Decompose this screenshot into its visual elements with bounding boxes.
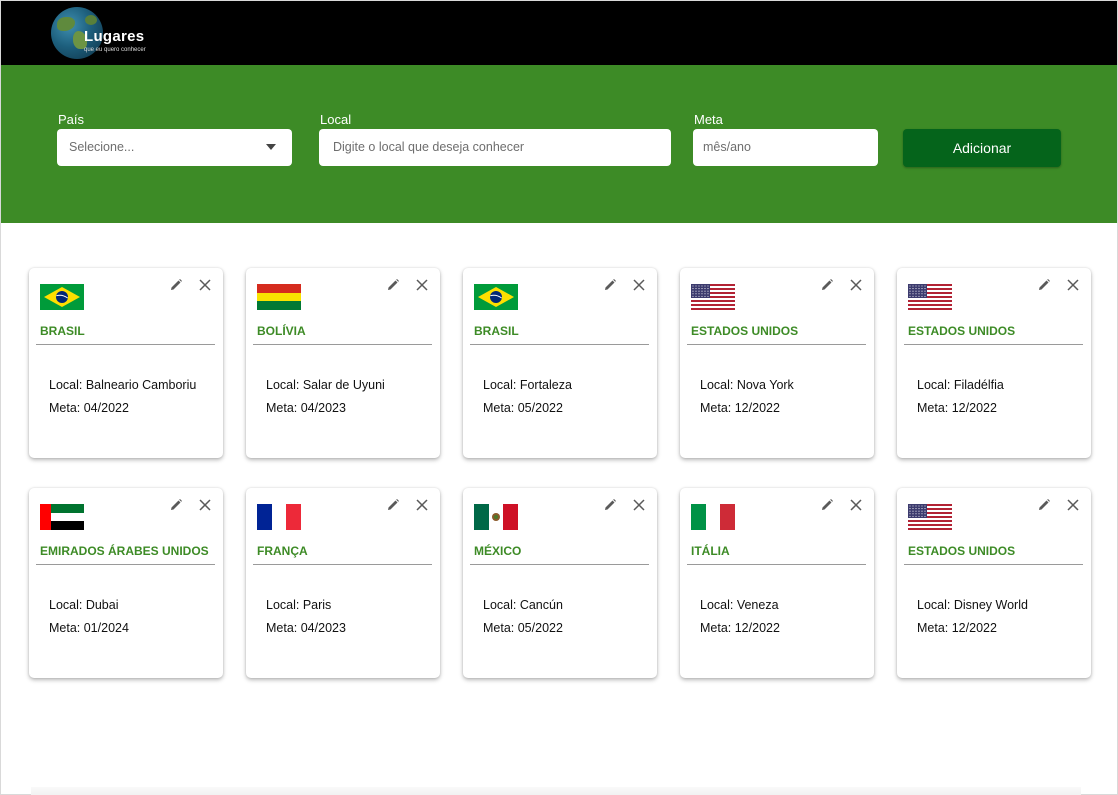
flag-brazil-icon xyxy=(40,284,84,310)
close-icon[interactable] xyxy=(1065,497,1081,513)
pencil-icon[interactable] xyxy=(1037,278,1051,292)
card-country: ESTADOS UNIDOS xyxy=(691,324,799,338)
card-divider xyxy=(687,344,866,345)
pencil-icon[interactable] xyxy=(603,498,617,512)
close-icon[interactable] xyxy=(631,277,647,293)
pencil-icon[interactable] xyxy=(169,278,183,292)
place-card: ESTADOS UNIDOS Local: Disney World Meta: 1… xyxy=(897,488,1091,678)
card-goal: Meta: 12/2022 xyxy=(700,621,780,635)
country-label: País xyxy=(58,112,85,127)
place-input[interactable]: Digite o local que deseja conhecer xyxy=(319,129,671,166)
card-divider xyxy=(36,564,215,565)
card-country: ITÁLIA xyxy=(691,544,730,558)
pencil-icon[interactable] xyxy=(1037,498,1051,512)
card-divider xyxy=(470,564,649,565)
pencil-icon[interactable] xyxy=(603,278,617,292)
flag-usa-icon xyxy=(908,284,952,310)
card-goal: Meta: 05/2022 xyxy=(483,621,563,635)
caret-down-icon xyxy=(266,144,276,150)
close-icon[interactable] xyxy=(414,497,430,513)
close-icon[interactable] xyxy=(631,497,647,513)
card-place: Local: Cancún xyxy=(483,598,563,612)
place-placeholder: Digite o local que deseja conhecer xyxy=(333,140,525,154)
card-place: Local: Veneza xyxy=(700,598,779,612)
pencil-icon[interactable] xyxy=(386,278,400,292)
place-card: BOLÍVIA Local: Salar de Uyuni Meta: 04/202… xyxy=(246,268,440,458)
card-country: BOLÍVIA xyxy=(257,324,306,338)
card-country: BRASIL xyxy=(474,324,519,338)
place-card: BRASIL Local: Balneario Camboriu Meta: 04/… xyxy=(29,268,223,458)
card-goal: Meta: 04/2023 xyxy=(266,401,346,415)
card-place: Local: Dubai xyxy=(49,598,119,612)
add-button[interactable]: Adicionar xyxy=(903,129,1061,167)
card-place: Local: Disney World xyxy=(917,598,1028,612)
flag-usa-icon xyxy=(691,284,735,310)
card-place: Local: Salar de Uyuni xyxy=(266,378,385,392)
pencil-icon[interactable] xyxy=(386,498,400,512)
place-label: Local xyxy=(320,112,352,127)
card-country: ESTADOS UNIDOS xyxy=(908,544,1016,558)
card-divider xyxy=(253,344,432,345)
card-place: Local: Filadélfia xyxy=(917,378,1004,392)
card-goal: Meta: 04/2022 xyxy=(49,401,129,415)
flag-mexico-icon xyxy=(474,504,518,530)
logo-title: Lugares xyxy=(84,28,145,45)
place-card: EMIRADOS ÁRABES UNIDOS Local: Dubai Meta: … xyxy=(29,488,223,678)
logo-subtitle: que eu quero conhecer xyxy=(84,47,146,53)
card-country: BRASIL xyxy=(40,324,85,338)
card-divider xyxy=(253,564,432,565)
close-icon[interactable] xyxy=(197,277,213,293)
add-place-form: País Selecione... Local Digite o local q… xyxy=(1,65,1117,223)
close-icon[interactable] xyxy=(1065,277,1081,293)
place-card: FRANÇA Local: Paris Meta: 04/2023 xyxy=(246,488,440,678)
pencil-icon[interactable] xyxy=(169,498,183,512)
flag-uae-icon xyxy=(40,504,84,530)
card-place: Local: Fortaleza xyxy=(483,378,572,392)
card-divider xyxy=(904,344,1083,345)
flag-italy-icon xyxy=(691,504,735,530)
card-divider xyxy=(36,344,215,345)
country-select-value: Selecione... xyxy=(69,140,135,154)
card-country: FRANÇA xyxy=(257,544,308,558)
card-country: EMIRADOS ÁRABES UNIDOS xyxy=(40,544,209,558)
card-goal: Meta: 04/2023 xyxy=(266,621,346,635)
card-place: Local: Nova York xyxy=(700,378,794,392)
pencil-icon[interactable] xyxy=(820,278,834,292)
close-icon[interactable] xyxy=(197,497,213,513)
card-goal: Meta: 05/2022 xyxy=(483,401,563,415)
place-card: ITÁLIA Local: Veneza Meta: 12/2022 xyxy=(680,488,874,678)
flag-usa-icon xyxy=(908,504,952,530)
card-divider xyxy=(470,344,649,345)
card-place: Local: Paris xyxy=(266,598,332,612)
goal-label: Meta xyxy=(694,112,723,127)
place-card: ESTADOS UNIDOS Local: Nova York Meta: 12/2… xyxy=(680,268,874,458)
logo[interactable]: Lugares que eu quero conhecer xyxy=(51,7,161,59)
footer-shadow xyxy=(31,787,1081,795)
card-divider xyxy=(687,564,866,565)
goal-placeholder: mês/ano xyxy=(703,140,751,154)
flag-brazil-icon xyxy=(474,284,518,310)
close-icon[interactable] xyxy=(848,497,864,513)
card-divider xyxy=(904,564,1083,565)
goal-input[interactable]: mês/ano xyxy=(693,129,878,166)
card-goal: Meta: 12/2022 xyxy=(700,401,780,415)
place-card: BRASIL Local: Fortaleza Meta: 05/2022 xyxy=(463,268,657,458)
close-icon[interactable] xyxy=(414,277,430,293)
top-bar: Lugares que eu quero conhecer xyxy=(1,1,1117,65)
close-icon[interactable] xyxy=(848,277,864,293)
card-goal: Meta: 12/2022 xyxy=(917,401,997,415)
card-country: MÉXICO xyxy=(474,544,522,558)
card-place: Local: Balneario Camboriu xyxy=(49,378,197,392)
flag-france-icon xyxy=(257,504,301,530)
country-select[interactable]: Selecione... xyxy=(57,129,292,166)
card-country: ESTADOS UNIDOS xyxy=(908,324,1016,338)
card-goal: Meta: 12/2022 xyxy=(917,621,997,635)
pencil-icon[interactable] xyxy=(820,498,834,512)
card-goal: Meta: 01/2024 xyxy=(49,621,129,635)
place-card: MÉXICO Local: Cancún Meta: 05/2022 xyxy=(463,488,657,678)
flag-bolivia-icon xyxy=(257,284,301,310)
place-card: ESTADOS UNIDOS Local: Filadélfia Meta: 12/… xyxy=(897,268,1091,458)
